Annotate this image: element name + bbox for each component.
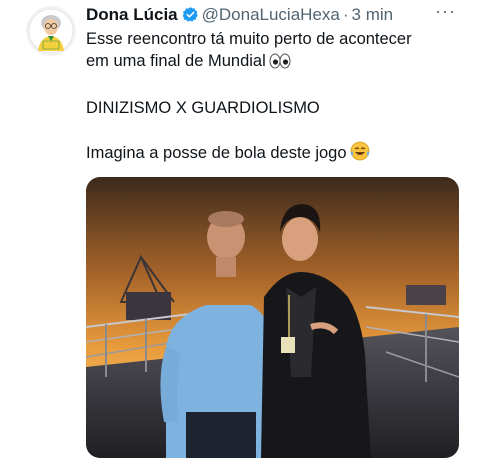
tweet-line-4: Imagina a posse de bola deste jogo (86, 141, 466, 167)
tweet-photo[interactable] (86, 177, 459, 458)
tweet-line-2: em uma final de Mundial (86, 50, 466, 75)
tweet-text: Esse reencontro tá muito perto de aconte… (86, 28, 466, 167)
timestamp[interactable]: 3 min (352, 5, 394, 24)
tweet-card[interactable]: Dona Lúcia @DonaLuciaHexa · 3 min ··· Esse … (0, 0, 482, 474)
eyes-emoji-icon (269, 53, 291, 75)
tweet-line-3: DINIZISMO X GUARDIOLISMO (86, 99, 320, 117)
avatar[interactable] (26, 6, 76, 56)
tweet-line-2-text: em uma final de Mundial (86, 52, 266, 70)
tears-of-joy-emoji-icon (350, 141, 370, 167)
separator-dot: · (342, 5, 349, 24)
more-options-icon[interactable]: ··· (435, 1, 456, 22)
tweet-header: Dona Lúcia @DonaLuciaHexa · 3 min (86, 4, 482, 26)
tweet-line-1: Esse reencontro tá muito perto de aconte… (86, 30, 412, 48)
author-handle[interactable]: @DonaLuciaHexa (202, 5, 340, 24)
verified-badge-icon (182, 6, 199, 29)
author-name[interactable]: Dona Lúcia (86, 5, 178, 24)
tweet-line-4-text: Imagina a posse de bola deste jogo (86, 144, 347, 162)
